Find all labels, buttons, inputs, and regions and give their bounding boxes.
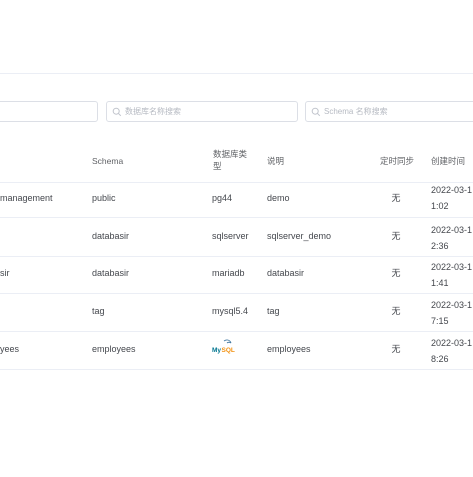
row-divider (0, 256, 473, 257)
cell-description: databasir (267, 268, 305, 278)
cell-schema: databasir (92, 268, 130, 278)
cell-sync: 无 (391, 306, 401, 316)
cell-name: sir (0, 268, 10, 278)
created-date: 2022-03-1 (431, 185, 473, 195)
cell-sync: 无 (391, 193, 401, 203)
database-name-search-input[interactable]: 数据库名称搜索 (106, 101, 298, 122)
cell-description: employees (267, 344, 311, 354)
cell-sync: 无 (391, 231, 401, 241)
created-date: 2022-03-1 (431, 262, 473, 272)
column-header-db-type-line1: 数据库类 (213, 149, 248, 159)
cell-schema: databasir (92, 231, 130, 241)
header-divider (0, 182, 473, 183)
row-divider (0, 293, 473, 294)
created-time: 7:15 (431, 316, 449, 326)
cell-sync: 无 (391, 268, 401, 278)
cell-created: 2022-03-1 1:02 (431, 182, 472, 214)
search-icon (311, 107, 321, 116)
search-placeholder: Schema 名称搜索 (324, 107, 388, 116)
cell-name: yees (0, 344, 20, 354)
cell-db-type: sqlserver (212, 231, 249, 241)
cell-db-type: pg44 (212, 193, 233, 203)
column-header-description: 说明 (267, 156, 285, 166)
column-header-sync: 定时同步 (380, 156, 415, 166)
cell-schema: employees (92, 344, 136, 354)
column-header-db-type-line2: 型 (213, 161, 222, 171)
cell-name: management (0, 193, 53, 203)
column-header-created: 创建时间 (431, 156, 466, 166)
cell-created: 2022-03-1 2:36 (431, 222, 472, 254)
top-divider (0, 73, 473, 74)
schema-name-search-input[interactable]: Schema 名称搜索 (305, 101, 473, 122)
created-time: 1:41 (431, 278, 449, 288)
cell-db-type: mysql5.4 (212, 306, 249, 316)
created-time: 8:26 (431, 354, 449, 364)
cell-description: demo (267, 193, 290, 203)
column-header-db-type: 数据库类 型 (213, 148, 247, 172)
cell-description: sqlserver_demo (267, 231, 332, 241)
cell-schema: tag (92, 306, 105, 316)
created-date: 2022-03-1 (431, 225, 473, 235)
row-divider (0, 331, 473, 332)
cell-description: tag (267, 306, 280, 316)
row-divider (0, 369, 473, 370)
project-name-search-input[interactable] (0, 101, 98, 122)
column-header-schema: Schema (92, 156, 124, 166)
row-divider (0, 217, 473, 218)
created-date: 2022-03-1 (431, 338, 473, 348)
cell-created: 2022-03-1 1:41 (431, 259, 472, 291)
cell-db-type: mariadb (212, 268, 245, 278)
created-date: 2022-03-1 (431, 300, 473, 310)
created-time: 1:02 (431, 201, 449, 211)
mysql-logo-sql: SQL (222, 347, 235, 354)
search-icon (112, 107, 122, 116)
cell-created: 2022-03-1 7:15 (431, 297, 472, 329)
mysql-logo-icon: My SQL (212, 339, 235, 354)
cell-created: 2022-03-1 8:26 (431, 335, 472, 367)
mysql-logo-my: My (212, 347, 221, 354)
search-placeholder: 数据库名称搜索 (125, 107, 181, 116)
cell-schema: public (92, 193, 116, 203)
created-time: 2:36 (431, 241, 449, 251)
cell-sync: 无 (391, 344, 401, 354)
